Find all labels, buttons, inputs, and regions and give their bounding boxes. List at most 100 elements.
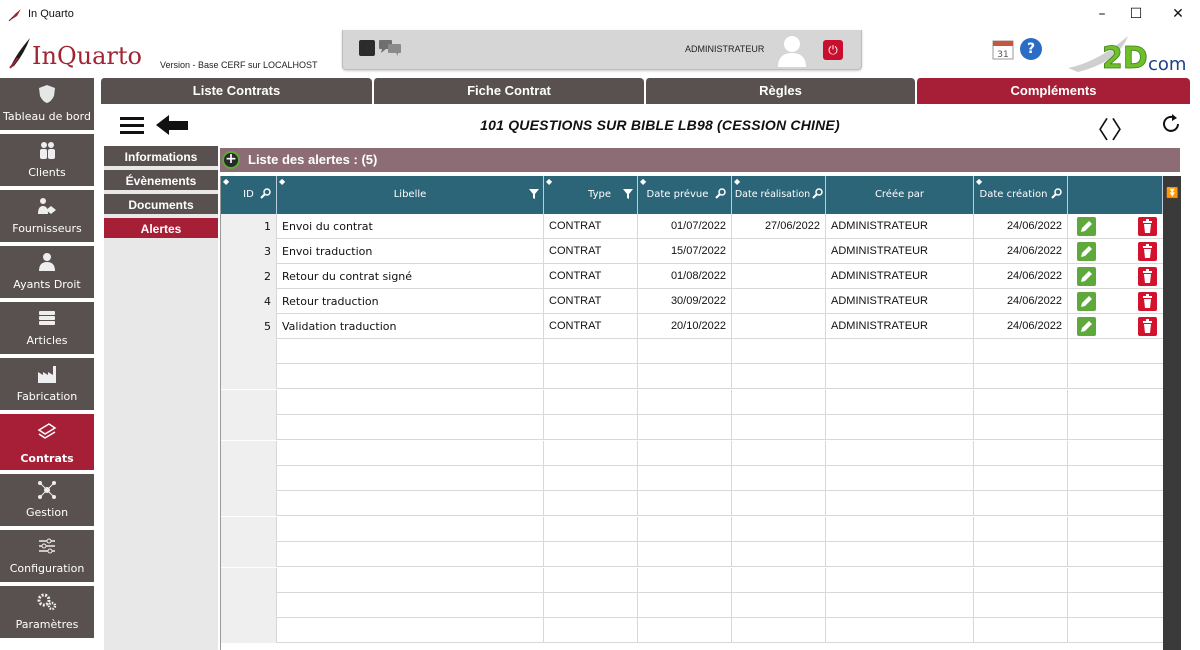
search-icon[interactable] (1051, 187, 1063, 199)
empty-cell (221, 593, 277, 618)
empty-cell (974, 516, 1068, 542)
column-header-libelle[interactable]: ◆ Libelle (277, 176, 544, 214)
empty-cell (732, 364, 826, 390)
books-icon (39, 311, 55, 325)
empty-cell (826, 466, 974, 491)
add-alert-button[interactable]: + (222, 151, 240, 169)
tab-regles[interactable]: Règles (645, 78, 915, 104)
empty-cell (544, 618, 638, 644)
grid-scrollbar[interactable]: ⏬ (1163, 176, 1181, 650)
empty-cell (277, 364, 544, 390)
tab-complements[interactable]: Compléments (916, 78, 1190, 104)
sort-icon: ◆ (223, 177, 230, 186)
edit-pencil-icon[interactable] (1077, 317, 1096, 336)
column-header-type[interactable]: ◆ Type (544, 176, 638, 214)
delete-trash-icon[interactable] (1138, 217, 1157, 236)
sidebar-item-contrats[interactable]: Contrats (0, 414, 94, 472)
empty-cell (221, 491, 277, 517)
empty-cell (544, 593, 638, 618)
empty-cell (974, 440, 1068, 466)
next-button[interactable]: 〉 (1111, 110, 1135, 145)
empty-cell (826, 618, 974, 644)
sidebar-item-label: Tableau de bord (3, 110, 91, 123)
users-icon (40, 142, 55, 159)
empty-cell (544, 389, 638, 415)
previous-button[interactable]: 〈 (1085, 110, 1109, 145)
empty-cell (1068, 568, 1163, 593)
sidebar-item-fabrication[interactable]: Fabrication (0, 358, 94, 412)
delete-trash-icon[interactable] (1138, 267, 1157, 286)
empty-cell (732, 593, 826, 618)
power-icon[interactable]: ⏻ (823, 40, 843, 60)
alerts-list-title: Liste des alertes : (5) (248, 152, 378, 167)
column-header-id[interactable]: ◆ ID (221, 176, 277, 214)
sidebar-item-clients[interactable]: Clients (0, 134, 94, 188)
empty-cell (638, 415, 732, 441)
sidebar-item-fournisseurs[interactable]: Fournisseurs (0, 190, 94, 244)
subnav-documents[interactable]: Documents (104, 194, 218, 216)
calendar-icon[interactable]: 31 (992, 38, 1014, 60)
table-row[interactable]: 5 Validation traduction CONTRAT 20/10/20… (221, 314, 1163, 339)
column-header-date-prevue[interactable]: ◆ Date prévue (638, 176, 732, 214)
subnav-evenements[interactable]: Évènements (104, 170, 218, 192)
refresh-icon[interactable] (1160, 113, 1182, 135)
empty-cell (638, 339, 732, 364)
empty-cell (826, 389, 974, 415)
minimize-button[interactable]: – (1092, 4, 1112, 24)
sort-icon: ◆ (734, 177, 741, 186)
search-icon[interactable] (260, 187, 272, 199)
table-row[interactable]: 2 Retour du contrat signé CONTRAT 01/08/… (221, 264, 1163, 289)
filter-icon[interactable] (529, 189, 539, 199)
edit-pencil-icon[interactable] (1077, 292, 1096, 311)
delete-trash-icon[interactable] (1138, 242, 1157, 261)
sidebar-item-parametres[interactable]: Paramètres (0, 586, 94, 640)
sidebar-item-configuration[interactable]: Configuration (0, 530, 94, 584)
empty-cell (221, 466, 277, 491)
help-icon[interactable]: ? (1020, 38, 1042, 60)
chat-icon[interactable] (379, 40, 401, 56)
sidebar-item-gestion[interactable]: Gestion (0, 474, 94, 528)
delete-trash-icon[interactable] (1138, 317, 1157, 336)
menu-icon[interactable] (120, 116, 144, 134)
column-header-date-realisation[interactable]: ◆ Date réalisation (732, 176, 826, 214)
empty-row (221, 466, 1163, 491)
delete-trash-icon[interactable] (1138, 292, 1157, 311)
tab-liste-contrats[interactable]: Liste Contrats (100, 78, 372, 104)
sidebar-item-articles[interactable]: Articles (0, 302, 94, 356)
empty-cell (221, 567, 277, 593)
back-arrow-icon[interactable] (156, 114, 188, 136)
sidebar-item-ayants-droit[interactable]: Ayants Droit (0, 246, 94, 300)
double-chevron-down-icon[interactable]: ⏬ (1166, 188, 1178, 199)
network-icon (38, 481, 56, 499)
column-header-date-creation[interactable]: ◆ Date création (974, 176, 1068, 214)
window-icon[interactable] (359, 40, 375, 56)
empty-cell (544, 516, 638, 542)
sidebar-item-tableau-de-bord[interactable]: Tableau de bord (0, 78, 94, 132)
empty-cell (638, 567, 732, 593)
empty-cell (826, 364, 974, 390)
tab-fiche-contrat[interactable]: Fiche Contrat (373, 78, 644, 104)
table-row[interactable]: 4 Retour traduction CONTRAT 30/09/2022 A… (221, 289, 1163, 314)
empty-cell (544, 339, 638, 364)
empty-cell (277, 466, 544, 491)
avatar-icon[interactable] (775, 33, 809, 67)
maximize-button[interactable]: ☐ (1126, 4, 1146, 24)
content-toolbar: 101 QUESTIONS SUR BIBLE LB98 (CESSION CH… (100, 104, 1190, 146)
person-icon (39, 253, 55, 271)
alerts-grid: ◆ ID ◆ Libelle ◆ Type ◆ Date prévue ◆ Da… (220, 176, 1181, 650)
subnav-informations[interactable]: Informations (104, 146, 218, 168)
edit-pencil-icon[interactable] (1077, 242, 1096, 261)
app-header: InQuarto Version - Base CERF sur LOCALHO… (0, 30, 1200, 78)
filter-icon[interactable] (623, 189, 633, 199)
calendar-day: 31 (997, 50, 1008, 60)
empty-cell (732, 618, 826, 644)
column-header-creee-par[interactable]: Créée par (826, 176, 974, 214)
edit-pencil-icon[interactable] (1077, 267, 1096, 286)
search-icon[interactable] (715, 187, 727, 199)
edit-pencil-icon[interactable] (1077, 217, 1096, 236)
close-button[interactable]: ✕ (1168, 4, 1188, 24)
subnav-alertes[interactable]: Alertes (104, 218, 218, 240)
table-row[interactable]: 3 Envoi traduction CONTRAT 15/07/2022 AD… (221, 239, 1163, 264)
search-icon[interactable] (812, 187, 824, 199)
table-row[interactable]: 1 Envoi du contrat CONTRAT 01/07/2022 27… (221, 214, 1163, 239)
